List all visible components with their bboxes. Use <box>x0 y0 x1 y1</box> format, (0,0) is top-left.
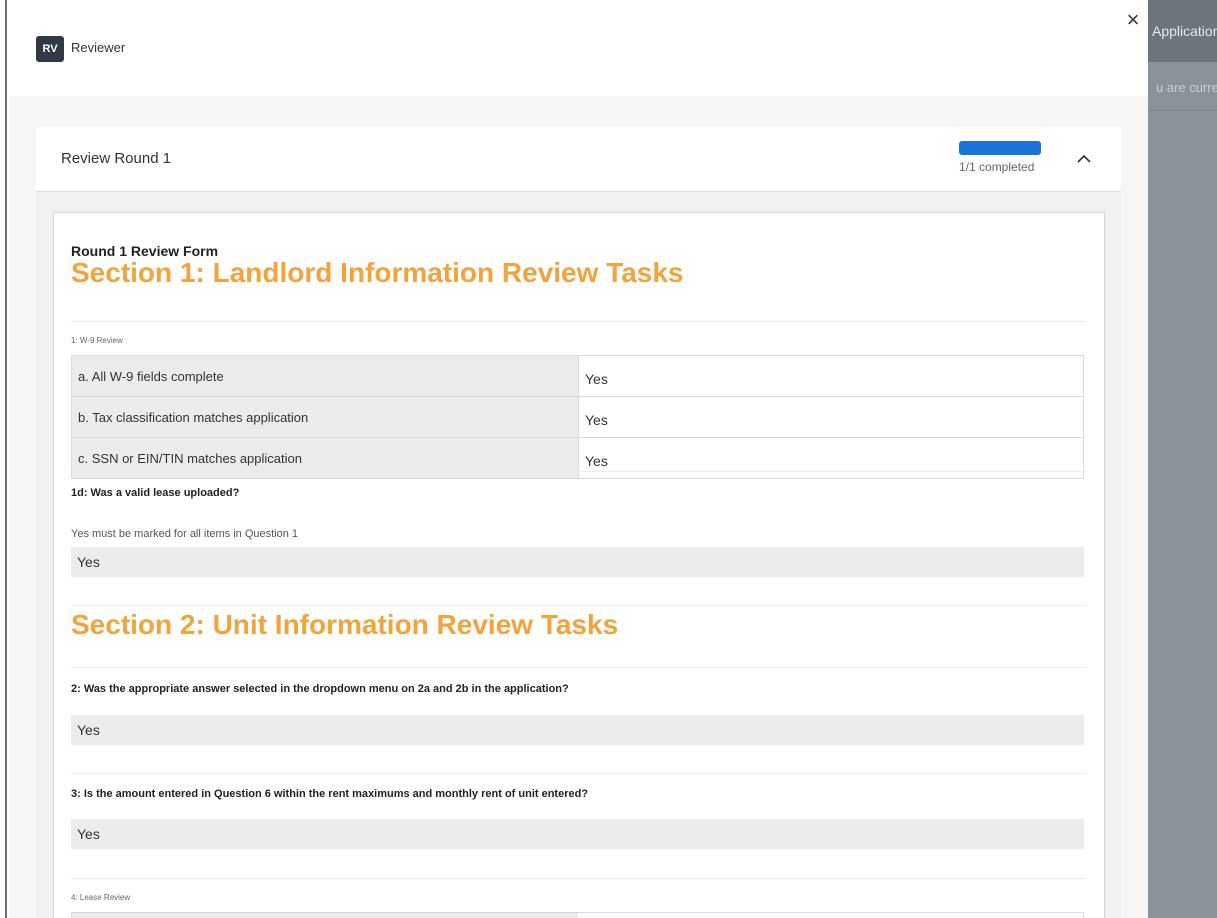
review-round-header[interactable]: Review Round 1 1/1 completed <box>36 127 1121 192</box>
review-round-title: Review Round 1 <box>61 150 172 167</box>
divider <box>71 667 1086 668</box>
section-2-title: Section 2: Unit Information Review Tasks <box>71 609 619 640</box>
progress-bar <box>959 141 1041 155</box>
table-cell-answer: Yes <box>578 396 1084 438</box>
table-cell-question: b. Tax classification matches applicatio… <box>71 396 579 438</box>
divider <box>71 321 1086 322</box>
reviewer-name: Reviewer <box>71 40 126 55</box>
background-application: Application u are currently <box>1148 0 1217 918</box>
table-cell-answer: Yes <box>578 437 1084 479</box>
divider <box>71 773 1086 774</box>
question-3-answer: Yes <box>71 819 1084 849</box>
table-row: b. Tax classification matches applicatio… <box>71 396 1084 438</box>
question-1d-note: Yes must be marked for all items in Ques… <box>71 528 299 540</box>
divider <box>71 471 1086 472</box>
review-round-card: Review Round 1 1/1 completed Round 1 Rev… <box>36 127 1121 918</box>
chevron-up-icon[interactable] <box>1074 149 1094 169</box>
w9-review-label: 1: W-9 Review <box>71 336 123 345</box>
table-row: c. SSN or EIN/TIN matches application Ye… <box>71 437 1084 479</box>
table-cell-question: c. SSN or EIN/TIN matches application <box>71 437 579 479</box>
divider <box>71 605 1086 606</box>
page-left-edge <box>0 0 7 918</box>
w9-review-table: a. All W-9 fields complete Yes b. Tax cl… <box>71 355 1084 479</box>
progress-bar-fill <box>959 141 1041 155</box>
table-cell-question <box>72 913 578 918</box>
question-1d: 1d: Was a valid lease uploaded? <box>71 487 240 499</box>
section-1-title: Section 1: Landlord Information Review T… <box>71 257 684 288</box>
table-cell-question: a. All W-9 fields complete <box>71 355 579 397</box>
review-form: Round 1 Review Form Section 1: Landlord … <box>53 212 1105 918</box>
review-round-body: Round 1 Review Form Section 1: Landlord … <box>36 192 1121 918</box>
lease-review-label: 4: Lease Review <box>71 893 131 902</box>
reviewer-avatar: RV <box>36 36 64 62</box>
close-icon[interactable]: × <box>1123 9 1143 31</box>
table-row: a. All W-9 fields complete Yes <box>71 355 1084 397</box>
drawer-header: RV Reviewer × <box>9 0 1148 96</box>
divider <box>71 878 1086 879</box>
table-cell-answer: Yes <box>578 355 1084 397</box>
question-1d-answer: Yes <box>71 547 1084 577</box>
lease-review-table <box>71 912 1084 918</box>
background-header: Application <box>1148 0 1217 62</box>
question-2-answer: Yes <box>71 715 1084 745</box>
background-subtext: u are currently <box>1148 62 1217 111</box>
question-3: 3: Is the amount entered in Question 6 w… <box>71 788 589 800</box>
review-drawer: RV Reviewer × Review Round 1 1/1 complet… <box>9 0 1148 918</box>
progress-text: 1/1 completed <box>959 160 1035 174</box>
question-2: 2: Was the appropriate answer selected i… <box>71 683 569 695</box>
